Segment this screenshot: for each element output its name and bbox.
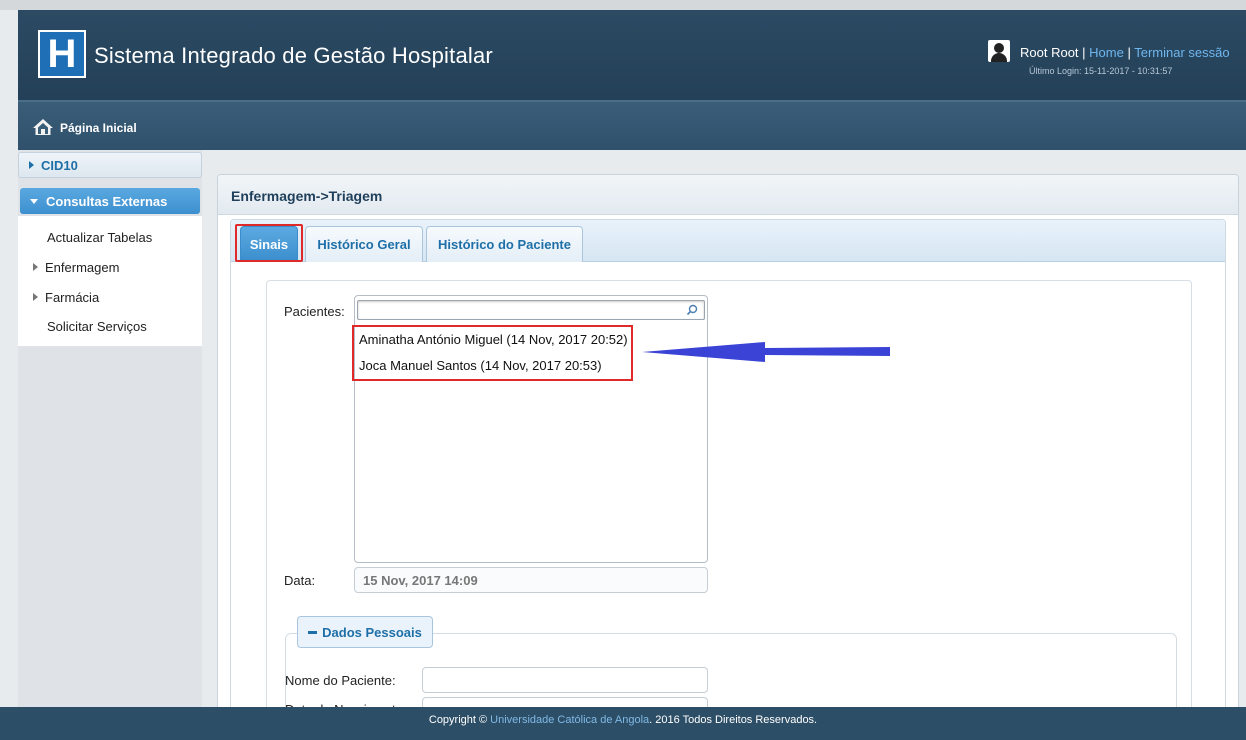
user-bar: Root Root | Home | Terminar sessão xyxy=(1020,45,1230,60)
footer: Copyright © Universidade Católica de Ang… xyxy=(0,707,1246,740)
toggle-personal-data-button[interactable]: Dados Pessoais xyxy=(297,616,433,648)
highlight-box-patients xyxy=(352,325,633,381)
university-link[interactable]: Universidade Católica de Angola xyxy=(490,714,649,726)
main-panel: Enfermagem->Triagem Sinais Histórico Ger… xyxy=(217,174,1239,714)
hospital-logo: H xyxy=(38,30,86,78)
app-header: H Sistema Integrado de Gestão Hospitalar… xyxy=(18,10,1246,100)
panel-header: Enfermagem->Triagem xyxy=(218,175,1238,215)
minus-icon xyxy=(308,630,318,634)
nav-home-link[interactable]: Página Inicial xyxy=(60,121,137,135)
annotation-arrow-icon xyxy=(642,342,890,362)
sidebar: CID10 Consultas Externas Actualizar Tabe… xyxy=(18,150,202,707)
patients-label: Pacientes: xyxy=(284,304,345,319)
sidebar-section-consultas-externas[interactable]: Consultas Externas xyxy=(20,188,200,214)
chevron-right-icon xyxy=(33,263,38,271)
patient-search-input[interactable] xyxy=(357,300,705,320)
home-icon[interactable] xyxy=(32,118,54,136)
tabs-container: Sinais Histórico Geral Histórico do Paci… xyxy=(230,219,1226,713)
app-title: Sistema Integrado de Gestão Hospitalar xyxy=(94,43,493,68)
tab-historico-geral[interactable]: Histórico Geral xyxy=(305,226,423,262)
date-label: Data: xyxy=(284,573,316,588)
sidebar-item-enfermagem[interactable]: Enfermagem xyxy=(33,260,119,275)
sidebar-item-actualizar-tabelas[interactable]: Actualizar Tabelas xyxy=(47,230,152,245)
patient-name-field[interactable] xyxy=(422,667,708,693)
sidebar-item-solicitar-servicos[interactable]: Solicitar Serviços xyxy=(47,319,147,334)
highlight-box-tab xyxy=(235,224,303,262)
patient-name-label: Nome do Paciente: xyxy=(285,673,396,688)
date-field: 15 Nov, 2017 14:09 xyxy=(354,567,708,593)
nav-bar: Página Inicial xyxy=(18,100,1246,150)
chevron-right-icon xyxy=(29,161,34,169)
home-link[interactable]: Home xyxy=(1089,45,1124,60)
chevron-right-icon xyxy=(33,293,38,301)
user-icon xyxy=(988,40,1010,62)
sidebar-item-farmacia[interactable]: Farmácia xyxy=(33,290,99,305)
search-icon xyxy=(686,304,698,316)
user-name: Root Root xyxy=(1020,45,1079,60)
page-title: Enfermagem->Triagem xyxy=(231,188,383,204)
tab-historico-paciente[interactable]: Histórico do Paciente xyxy=(426,226,583,262)
sidebar-submenu: Actualizar Tabelas Enfermagem Farmácia S… xyxy=(18,216,202,346)
chevron-down-icon xyxy=(30,199,38,204)
copyright-text: Copyright © Universidade Católica de Ang… xyxy=(428,714,818,726)
top-strip xyxy=(0,0,1246,10)
tab-bar: Sinais Histórico Geral Histórico do Paci… xyxy=(231,220,1225,262)
sidebar-section-cid10[interactable]: CID10 xyxy=(18,152,202,178)
last-login-text: Último Login: 15-11-2017 - 10:31:57 xyxy=(1029,66,1173,76)
logout-link[interactable]: Terminar sessão xyxy=(1134,45,1229,60)
